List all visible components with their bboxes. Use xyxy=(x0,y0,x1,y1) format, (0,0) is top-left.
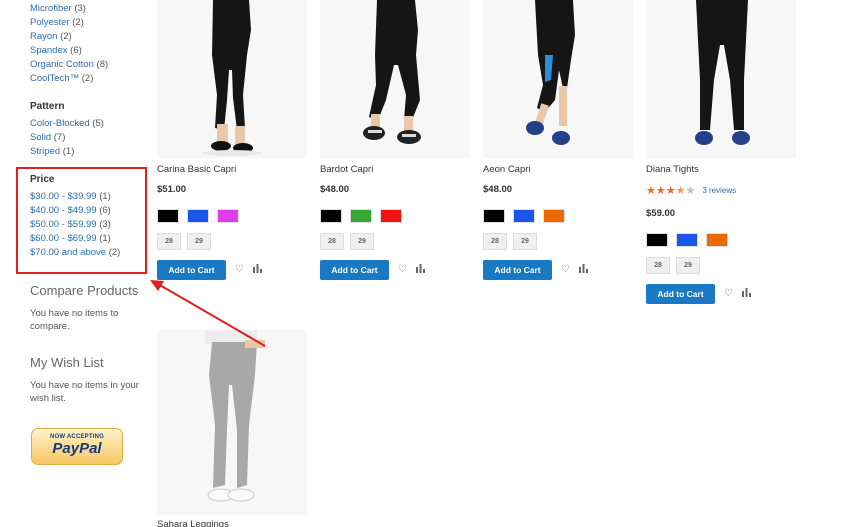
product-name[interactable]: Diana Tights xyxy=(646,164,796,175)
pattern-filter: Pattern Color-Blocked (5) Solid (7) Stri… xyxy=(30,101,104,159)
rating-summary: ★★★★★ 3 reviews xyxy=(646,184,796,197)
add-to-cart-button[interactable]: Add to Cart xyxy=(320,260,389,280)
filter-option-rayon[interactable]: Rayon (2) xyxy=(30,30,108,44)
size-option-29[interactable]: 29 xyxy=(350,233,374,250)
product-actions: Add to Cart ♡ xyxy=(157,260,307,280)
heart-icon[interactable]: ♡ xyxy=(561,265,570,275)
product-card: Sahara Leggings xyxy=(157,330,307,527)
bar-chart-icon[interactable] xyxy=(578,264,588,276)
product-actions: Add to Cart ♡ xyxy=(320,260,470,280)
compare-products-title: Compare Products xyxy=(30,283,139,298)
size-option-28[interactable]: 28 xyxy=(483,233,507,250)
size-options: 28 29 xyxy=(483,233,633,250)
product-actions: Add to Cart ♡ xyxy=(483,260,633,280)
product-image[interactable] xyxy=(157,330,307,515)
filter-option-striped[interactable]: Striped (1) xyxy=(30,145,104,159)
color-swatches xyxy=(483,209,633,223)
add-to-cart-button[interactable]: Add to Cart xyxy=(646,284,715,304)
color-swatches xyxy=(157,209,307,223)
filter-option-cooltech[interactable]: CoolTech™ (2) xyxy=(30,72,108,86)
compare-products-text: You have no items to compare. xyxy=(30,308,119,332)
color-swatches xyxy=(646,233,796,247)
product-card: Aeon Capri $48.00 28 29 Add to Cart ♡ xyxy=(483,0,633,280)
size-options: 28 29 xyxy=(157,233,307,250)
product-card: Diana Tights ★★★★★ 3 reviews $59.00 28 2… xyxy=(646,0,796,304)
color-swatch-red[interactable] xyxy=(380,209,402,223)
color-swatch-black[interactable] xyxy=(320,209,342,223)
color-swatches xyxy=(320,209,470,223)
heart-icon[interactable]: ♡ xyxy=(235,265,244,275)
add-to-cart-button[interactable]: Add to Cart xyxy=(157,260,226,280)
product-image[interactable] xyxy=(483,0,633,158)
filter-option-microfiber[interactable]: Microfiber (3) xyxy=(30,2,108,16)
add-to-cart-button[interactable]: Add to Cart xyxy=(483,260,552,280)
color-swatch-blue[interactable] xyxy=(187,209,209,223)
size-option-29[interactable]: 29 xyxy=(513,233,537,250)
color-swatch-black[interactable] xyxy=(157,209,179,223)
paypal-logo: PayPal xyxy=(52,440,102,457)
product-image[interactable] xyxy=(157,0,307,158)
heart-icon[interactable]: ♡ xyxy=(724,289,733,299)
product-name[interactable]: Carina Basic Capri xyxy=(157,164,307,175)
product-price: $51.00 xyxy=(157,184,187,195)
color-swatch-orange[interactable] xyxy=(543,209,565,223)
product-card: Bardot Capri $48.00 28 29 Add to Cart ♡ xyxy=(320,0,470,280)
bar-chart-icon[interactable] xyxy=(741,288,751,300)
product-name[interactable]: Aeon Capri xyxy=(483,164,633,175)
color-swatch-blue[interactable] xyxy=(513,209,535,223)
size-option-29[interactable]: 29 xyxy=(187,233,211,250)
product-card: Carina Basic Capri $51.00 28 29 Add to C… xyxy=(157,0,307,280)
product-price: $48.00 xyxy=(483,184,513,195)
filter-option-spandex[interactable]: Spandex (6) xyxy=(30,44,108,58)
wishlist-title: My Wish List xyxy=(30,355,104,370)
bar-chart-icon[interactable] xyxy=(415,264,425,276)
color-swatch-black[interactable] xyxy=(646,233,668,247)
bar-chart-icon[interactable] xyxy=(252,264,262,276)
wishlist-text: You have no items in your wish list. xyxy=(30,380,139,404)
product-image[interactable] xyxy=(320,0,470,158)
color-swatch-green[interactable] xyxy=(350,209,372,223)
color-swatch-black[interactable] xyxy=(483,209,505,223)
wishlist-block: My Wish List You have no items in your w… xyxy=(30,355,140,405)
size-option-28[interactable]: 28 xyxy=(157,233,181,250)
size-options: 28 29 xyxy=(320,233,470,250)
size-options: 28 29 xyxy=(646,257,796,274)
filter-option-polyester[interactable]: Polyester (2) xyxy=(30,16,108,30)
price-filter-highlight-box xyxy=(16,167,147,274)
size-option-28[interactable]: 28 xyxy=(646,257,670,274)
color-swatch-orange[interactable] xyxy=(706,233,728,247)
material-filter-list: Microfiber (3) Polyester (2) Rayon (2) S… xyxy=(30,2,108,86)
product-image[interactable] xyxy=(646,0,796,158)
compare-products-block: Compare Products You have no items to co… xyxy=(30,283,140,333)
product-price: $59.00 xyxy=(646,208,676,219)
product-name[interactable]: Sahara Leggings xyxy=(157,519,307,527)
size-option-28[interactable]: 28 xyxy=(320,233,344,250)
reviews-link[interactable]: 3 reviews xyxy=(702,186,736,195)
color-swatch-purple[interactable] xyxy=(217,209,239,223)
size-option-29[interactable]: 29 xyxy=(676,257,700,274)
heart-icon[interactable]: ♡ xyxy=(398,265,407,275)
paypal-badge[interactable]: NOW ACCEPTING PayPal xyxy=(31,428,123,465)
product-name[interactable]: Bardot Capri xyxy=(320,164,470,175)
product-actions: Add to Cart ♡ xyxy=(646,284,796,304)
star-rating: ★★★★★ xyxy=(646,185,696,197)
product-price: $48.00 xyxy=(320,184,350,195)
filter-option-solid[interactable]: Solid (7) xyxy=(30,131,104,145)
filter-option-color-blocked[interactable]: Color-Blocked (5) xyxy=(30,117,104,131)
color-swatch-blue[interactable] xyxy=(676,233,698,247)
filter-option-organic-cotton[interactable]: Organic Cotton (8) xyxy=(30,58,108,72)
pattern-filter-title: Pattern xyxy=(30,101,65,112)
